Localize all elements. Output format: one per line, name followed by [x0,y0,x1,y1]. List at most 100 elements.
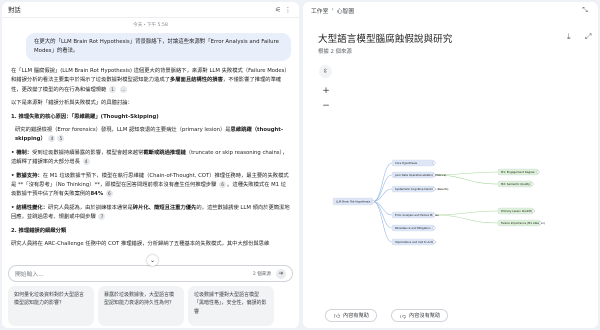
citation-badge[interactable]: 6 [219,181,227,189]
studio-panel: LLM Brain Rot Hypothesis Core Hypothesis J… [303,2,598,328]
mindmap-child-node-label: Junk Data Operationalization (Metrics) [394,173,446,177]
chat-title: 對話 [8,6,21,14]
fit-view-button[interactable]: ⇳ [319,65,332,78]
mindmap-child-node-label: Systematic Cognitive Declines (Results) [395,187,448,191]
answer-paragraph: 研究的錯誤檢視（Error forensics）發現，LLM 認知衰退的主要病灶… [11,126,290,145]
chat-input-box[interactable]: 開始輸入... 2 個來源 ➜ [8,265,293,282]
bullet-lead: • 機制： [11,149,33,156]
source-count: 2 個來源 [252,271,271,277]
citation-badge[interactable]: 6 [105,190,113,198]
more-vert-icon[interactable]: ⋮ [283,5,293,15]
chat-header: 對話 ⚟ ⋮ [2,2,299,18]
mindmap-subtitle: 根據 2 個來源 [318,49,352,55]
answer-bold: 84% [90,191,104,198]
mindmap-leaf-node-label: Failure Importance (M1 Ablation) [501,221,545,225]
mindmap-child-node[interactable]: Persistence and Mitigation [391,224,435,232]
feedback-bad-label: 內容沒有幫助 [409,313,441,319]
expand-node-handle[interactable] [538,221,542,225]
expand-icon[interactable]: ⤢ [585,32,591,42]
citation-badge[interactable]: 4 [48,135,56,143]
mindmap-title: 大型語言模型腦腐蝕假說與研究 [318,34,453,45]
answer-paragraph: 以下是來源對「錯誤分析與失敗模式」的具體討論： [11,100,133,107]
mindmap-child-node[interactable]: Error Analysis and Failure Modes [391,211,439,219]
answer-bold: 截斷或跳過推理鏈 [143,149,186,156]
answer-paragraph: 在「LLM 腦腐假說」(LLM Brain Rot Hypothesis) 這個… [11,67,290,95]
answer-text: 受到垃圾數據持續暴露的影響，模型會越來越常 [32,149,144,156]
mindmap-root-node-label: LLM Brain Rot Hypothesis [336,200,371,204]
mindmap-child-node[interactable]: Implications and Call to Action [391,238,436,246]
timestamp: 今天・下午 5:58 [133,23,168,28]
thumb-up-icon: 👍︎ [333,312,341,320]
answer-bullet: • 機制：受到垃圾數據持續暴露的影響，模型會越來越常截斷或跳過推理鏈（trunc… [11,149,290,168]
citation-more-badge[interactable]: … [119,85,127,93]
citation-badge[interactable]: 7 [98,213,106,221]
citation-badge[interactable]: 4 [82,158,90,166]
citation-badge[interactable]: 5 [57,135,65,143]
chat-input[interactable]: 開始輸入... [15,269,253,278]
suggestion-chip[interactable]: 垃圾數據干擾對大型語言模型「黑暗性格」，安全性，偏誤的影響 [188,286,274,326]
bullet-lead: • 結構性變化： [11,204,49,211]
expand-node-handle[interactable] [432,226,436,230]
mindmap-child-node[interactable]: Junk Data Operationalization (Metrics) [391,171,446,179]
mindmap-child-node-label: Core Hypothesis [395,161,418,165]
mindmap-edge [372,201,393,216]
mindmap-leaf-node-label: Primary Lesion Identified [501,209,535,213]
thumb-down-icon: 👎︎ [399,312,407,320]
mindmap-leaf-node[interactable]: M1: Engagement Degree [497,168,539,176]
mindmap-leaf-node-label: M2: Semantic Quality [501,182,530,186]
user-message: 在更大的「LLM Brain Rot Hypothesis」背景脈絡下，討論這些… [26,33,291,61]
arrow-down-icon: ⌄ [149,257,156,264]
answer-text: 研究的錯誤檢視（Error forensics）發現，LLM 認知衰退的主要病灶… [15,127,231,134]
expand-node-handle[interactable] [432,240,436,244]
expand-node-handle[interactable] [531,209,535,213]
expand-node-handle[interactable] [536,170,540,174]
expand-node-handle[interactable] [432,187,436,191]
answer-bullet: • 數據支持：在 M1 垃圾數據干預下，模型在執行思維鏈（Chain-of-Th… [11,172,290,200]
mindmap-edge [372,174,393,202]
mindmap-edge [433,210,499,216]
expand-node-handle[interactable] [432,161,436,165]
assistant-answer: 在「LLM 腦腐假說」(LLM Brain Rot Hypothesis) 這個… [2,61,299,250]
answer-bullet: • 結構性變化：研究人員認為，由於訓練樣本通常是碎片化、簡短且注重力優先的，這些… [11,204,290,223]
mindmap-child-node[interactable]: Systematic Cognitive Declines (Results) [391,185,448,193]
mindmap-leaf-node[interactable]: Primary Lesion Identified [497,207,535,215]
answer-bold: 碎片化、簡短且注重力優先 [132,204,197,211]
citation-badge[interactable]: 1 [109,85,117,93]
mindmap-edge [372,201,393,229]
expand-node-handle[interactable] [432,173,436,177]
download-icon[interactable]: ⤓ [567,32,571,42]
expand-node-handle[interactable] [432,213,436,217]
zoom-in-button[interactable]: + [319,86,333,96]
mindmap-edge [433,214,499,224]
mindmap-leaf-node-label: M1: Engagement Degree [501,170,535,174]
mindmap-root-node[interactable]: LLM Brain Rot Hypothesis [332,197,374,206]
answer-heading: 1. 推理失敗的核心原因：「思維跳躍」(Thought-Skipping) [11,113,290,122]
chat-scroll-area[interactable]: 今天・下午 5:58 在更大的「LLM Brain Rot Hypothesis… [2,19,299,256]
tune-icon[interactable]: ⚟ [273,5,283,15]
answer-paragraph: 研究人員將在 ARC-Challenge 任務中的 COT 推理錯誤，分析歸納了… [11,241,270,248]
mindmap-child-node[interactable]: Core Hypothesis [391,159,435,167]
send-button[interactable]: ➜ [276,268,286,279]
suggestion-list: 如何量化垃圾資料對於大型語言模型認知能力的影響？ 暴露於垃圾數據後，大型語言模型… [8,286,297,326]
expand-node-handle[interactable] [530,182,534,186]
mindmap-child-node-label: Persistence and Mitigation [395,226,431,230]
collapse-all-icon: ⇳ [322,68,329,75]
answer-bold: 多層面且結構性的損害 [169,77,223,84]
mindmap-child-node-label: Implications and Call to Action [395,240,436,244]
mindmap-leaf-node[interactable]: M2: Semantic Quality [497,180,533,188]
heading-text: 2. 推理錯誤的細緻分類 [11,227,67,234]
feedback-good-label: 內容有幫助 [343,313,369,319]
zoom-out-button[interactable]: − [319,101,333,111]
mindmap-edge [372,201,393,243]
answer-heading: 2. 推理錯誤的細緻分類 [11,227,290,236]
feedback-good-button[interactable]: 👍︎ 內容有幫助 [325,309,377,322]
heading-text: 1. 推理失敗的核心原因：「思維跳躍」(Thought-Skipping) [11,113,159,120]
mindmap-edge [372,188,393,202]
answer-text: 研究人員認為，由於訓練樣本通常是 [48,204,133,211]
scroll-down-button[interactable]: ⌄ [147,255,158,266]
mindmap-leaf-node[interactable]: Failure Importance (M1 Ablation) [497,219,545,227]
feedback-bad-button[interactable]: 👎︎ 內容沒有幫助 [391,309,449,322]
suggestion-chip[interactable]: 暴露於垃圾數據後，大型語言模型認知能力衰退的持久性為何？ [98,286,184,326]
expand-node-handle[interactable] [371,200,375,203]
suggestion-chip[interactable]: 如何量化垃圾資料對於大型語言模型認知能力的影響？ [8,286,94,326]
